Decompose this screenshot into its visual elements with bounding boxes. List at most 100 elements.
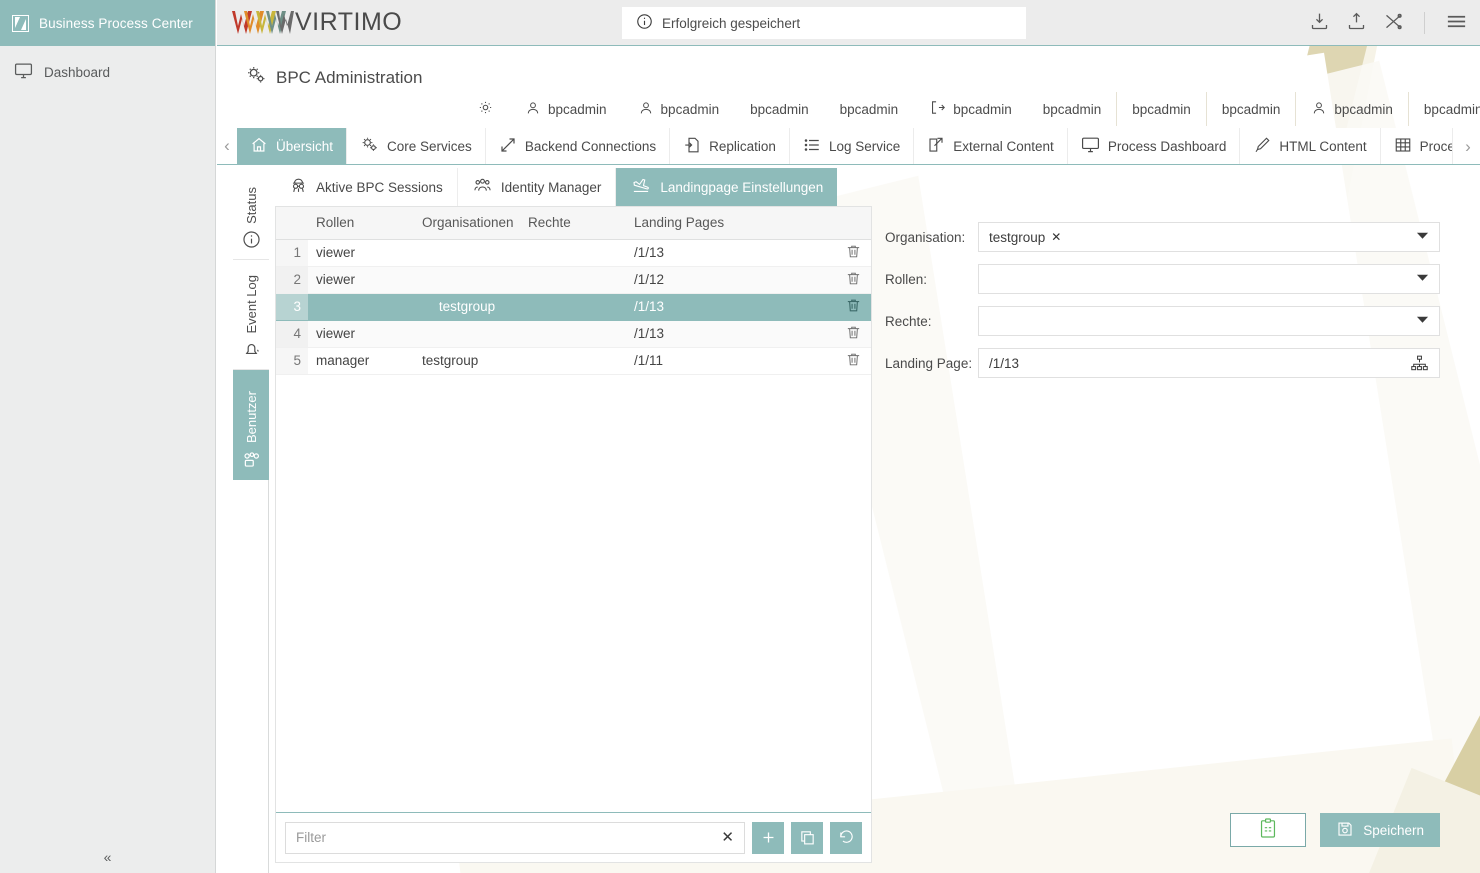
col-rechte[interactable]: Rechte [520, 207, 626, 240]
chevron-down-icon [1416, 231, 1429, 243]
form-row-rollen: Rollen: [885, 258, 1440, 300]
side-tab-benutzer[interactable]: Benutzer [233, 370, 269, 480]
virtimo-brand: VIRTIMO [217, 10, 607, 35]
table-row[interactable]: 2 viewer /1/12 [276, 266, 871, 294]
tab-replication[interactable]: Replication [670, 128, 790, 164]
subtab-aktive-bpc-sessions[interactable]: Aktive BPC Sessions [275, 168, 458, 206]
rollen-select[interactable] [978, 264, 1440, 294]
field-label-organisation: Organisation: [885, 229, 966, 245]
user-chip-label: bpcadmin [1132, 101, 1191, 117]
hamburger-menu-icon[interactable] [1445, 10, 1468, 36]
filter-input[interactable] [296, 830, 716, 845]
panel: Rollen Organisationen Rechte Landing Pag… [275, 206, 1460, 863]
table-footer-toolbar: ✕ [276, 812, 871, 862]
row-index: 5 [276, 347, 308, 375]
organisation-select[interactable]: testgroup ✕ [978, 222, 1440, 252]
trash-icon[interactable] [845, 351, 862, 368]
user-chip-1[interactable]: bpcadmin [510, 92, 623, 126]
user-chip-7[interactable]: bpcadmin [1117, 92, 1207, 126]
subtab-identity-manager[interactable]: Identity Manager [457, 168, 617, 206]
app-root: Business Process Center Dashboard « VIRT… [0, 0, 1480, 873]
upload-icon[interactable] [1346, 11, 1367, 35]
sitemap-icon[interactable] [1410, 355, 1429, 372]
copy-button[interactable] [791, 821, 823, 854]
user-icon [638, 100, 654, 119]
tab-core-services[interactable]: Core Services [347, 128, 486, 164]
side-tab-event-log[interactable]: Event Log [233, 260, 269, 370]
trash-icon[interactable] [845, 243, 862, 260]
side-tab-label: Status [243, 187, 259, 224]
download-icon[interactable] [1309, 11, 1330, 35]
table-row[interactable]: 3 testgroup /1/13 [276, 293, 871, 321]
bell-icon [242, 340, 261, 362]
chevron-double-left-icon: « [103, 849, 112, 865]
user-chip-label: bpcadmin [660, 101, 720, 117]
trash-icon[interactable] [845, 270, 862, 287]
shuffle-icon[interactable] [1383, 11, 1404, 35]
subtab-landingpage-einstellungen[interactable]: Landingpage Einstellungen [616, 168, 838, 206]
filter-field[interactable]: ✕ [285, 821, 745, 854]
cell-landing-pages: /1/11 [626, 347, 836, 375]
tab-label: Proce [1419, 138, 1453, 154]
user-chip-6[interactable]: bpcadmin [1028, 92, 1118, 126]
subtab-label: Identity Manager [500, 179, 602, 195]
tabs-scroll-left-button[interactable]: ‹ [217, 128, 237, 164]
remove-token-icon[interactable]: ✕ [1051, 230, 1061, 244]
table-row[interactable]: 4 viewer /1/13 [276, 320, 871, 348]
tab-log-service[interactable]: Log Service [789, 128, 915, 164]
user-icon [525, 100, 541, 119]
page-title-text: BPC Administration [276, 67, 423, 87]
tab-html-content[interactable]: HTML Content [1240, 128, 1381, 164]
col-rollen[interactable]: Rollen [308, 207, 414, 240]
trash-icon[interactable] [845, 297, 862, 314]
sidebar-collapse-button[interactable]: « [0, 841, 215, 873]
side-tab-status[interactable]: Status [233, 168, 269, 260]
table-header: Rollen Organisationen Rechte Landing Pag… [276, 207, 871, 240]
detail-form: Organisation: testgroup ✕ Rollen: Rechte… [872, 206, 1460, 863]
tab-process[interactable]: Proce [1380, 128, 1453, 164]
settings-gear-chip[interactable] [462, 92, 510, 126]
row-index: 3 [276, 293, 308, 321]
main-tab-bar: ‹ Übersicht Core Services Backend Connec… [217, 128, 1480, 165]
tab-process-dashboard[interactable]: Process Dashboard [1067, 128, 1241, 164]
chevron-down-icon [1416, 273, 1429, 285]
tab-external-content[interactable]: External Content [914, 128, 1068, 164]
clipboard-button[interactable] [1230, 813, 1307, 847]
revert-button[interactable] [830, 821, 862, 854]
user-chip-label: bpcadmin [750, 101, 809, 117]
landing-page-field[interactable]: /1/13 [978, 348, 1440, 378]
save-button[interactable]: Speichern [1320, 813, 1440, 847]
user-chip-label: bpcadmin [839, 101, 899, 117]
clipboard-icon [1258, 818, 1278, 842]
rechte-select[interactable] [978, 306, 1440, 336]
user-chip-5[interactable]: bpcadmin [914, 92, 1028, 126]
add-button[interactable] [752, 821, 784, 854]
toolbar-divider [1424, 12, 1425, 34]
user-chip-3[interactable]: bpcadmin [735, 92, 825, 126]
user-chip-4[interactable]: bpcadmin [825, 92, 915, 126]
tab-uebersicht[interactable]: Übersicht [237, 128, 348, 164]
page-title: BPC Administration [245, 64, 422, 91]
table-row[interactable]: 1 viewer /1/13 [276, 239, 871, 267]
cell-actions [836, 320, 871, 348]
users-group-icon [472, 176, 493, 198]
cell-actions [836, 239, 871, 267]
user-chip-9[interactable]: bpcadmin [1296, 92, 1409, 126]
organisation-token-label: testgroup [989, 229, 1046, 245]
user-chip-2[interactable]: bpcadmin [623, 92, 736, 126]
user-menu-chip[interactable]: bpcadmin [1409, 92, 1480, 126]
trash-icon[interactable] [845, 324, 862, 341]
sidebar-nav: Dashboard [0, 46, 215, 98]
tab-label: Replication [709, 138, 776, 154]
tabs-scroll-right-button[interactable]: › [1458, 128, 1478, 165]
col-landing-pages[interactable]: Landing Pages [626, 207, 836, 240]
tab-backend-connections[interactable]: Backend Connections [485, 128, 671, 164]
user-chip-8[interactable]: bpcadmin [1207, 92, 1297, 126]
table-row[interactable]: 5 manager testgroup /1/11 [276, 347, 871, 375]
sidebar-item-dashboard[interactable]: Dashboard [0, 46, 215, 98]
col-organisationen[interactable]: Organisationen [414, 207, 520, 240]
monitor-icon [14, 61, 33, 83]
landing-page-value: /1/13 [989, 355, 1020, 371]
close-icon[interactable]: ✕ [715, 830, 734, 845]
cell-organisationen [414, 320, 520, 348]
